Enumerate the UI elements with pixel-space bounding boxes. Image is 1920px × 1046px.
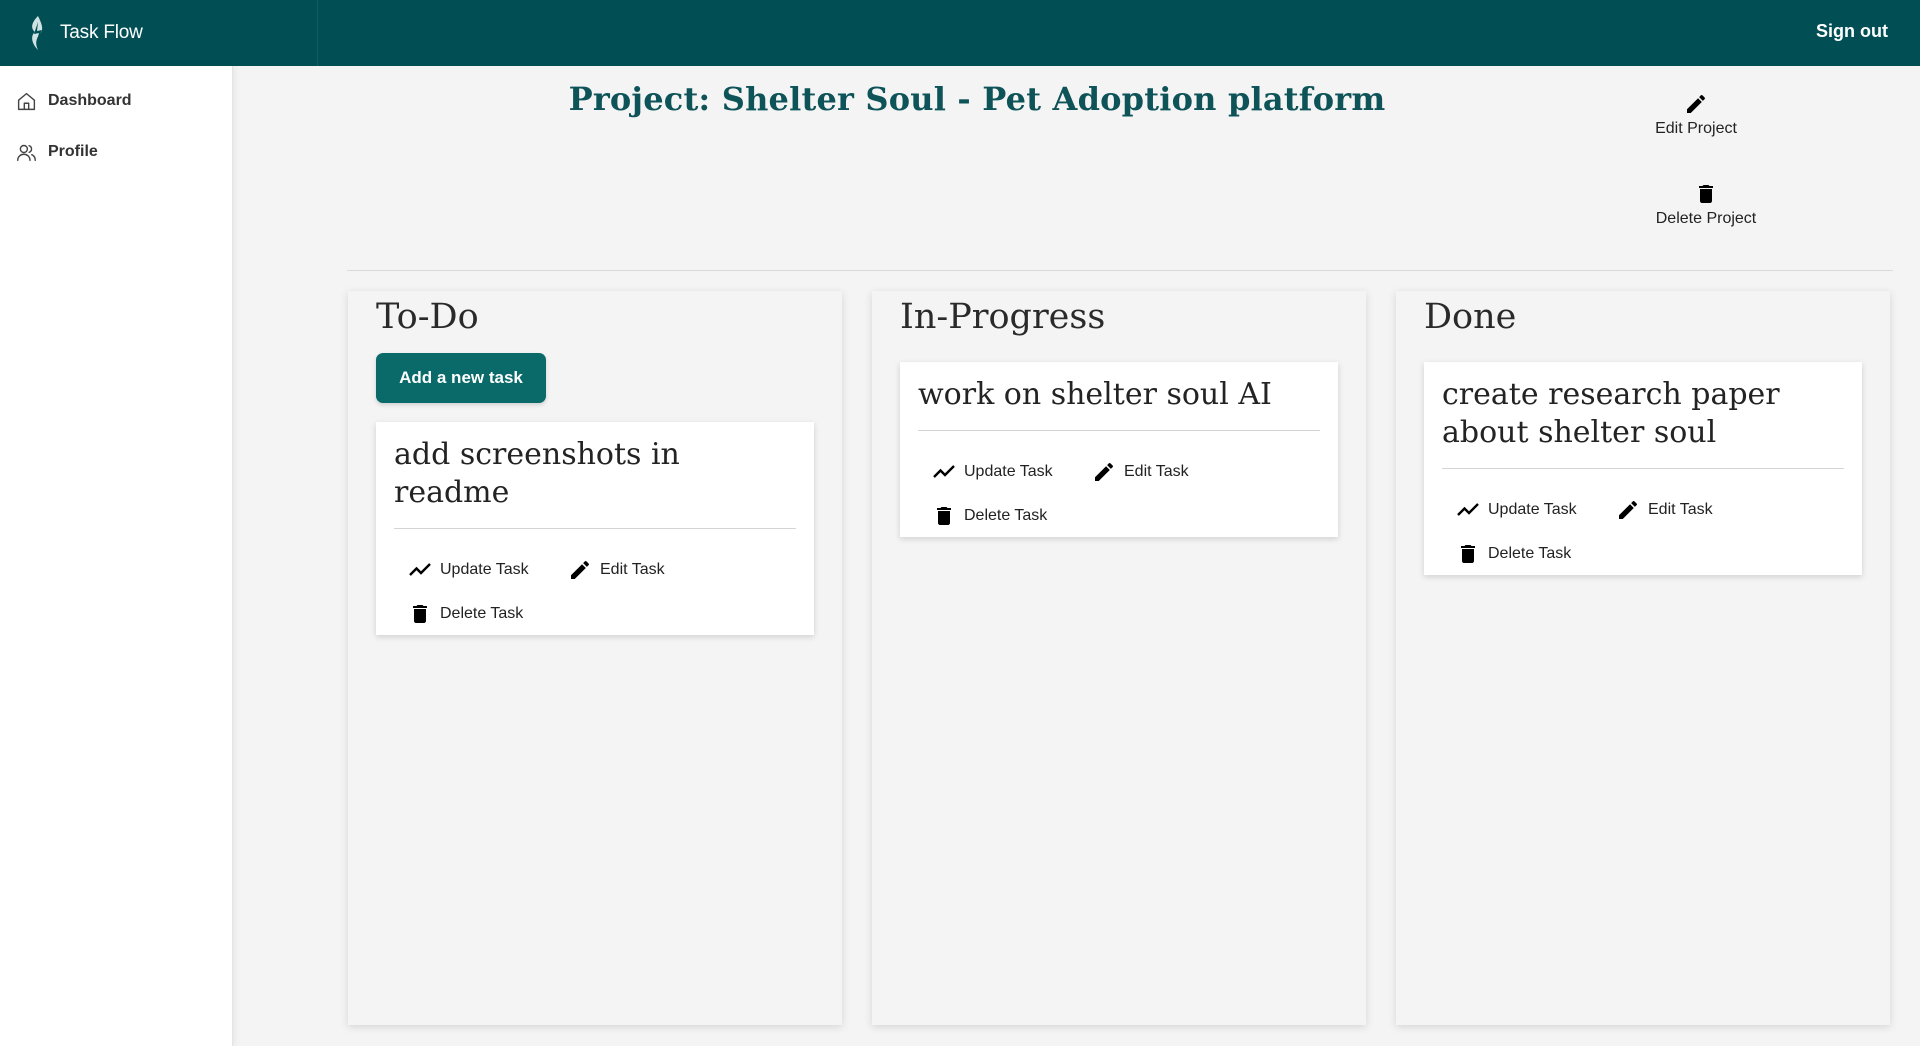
edit-task-button[interactable]: Edit Task bbox=[1616, 498, 1713, 522]
edit-task-label: Edit Task bbox=[600, 561, 665, 578]
delete-project-label: Delete Project bbox=[1655, 210, 1757, 227]
edit-task-label: Edit Task bbox=[1124, 463, 1189, 480]
page-title: Project: Shelter Soul - Pet Adoption pla… bbox=[568, 80, 1386, 118]
add-task-button[interactable]: Add a new task bbox=[376, 353, 546, 403]
sidebar: Dashboard Profile bbox=[0, 66, 233, 1046]
delete-task-button[interactable]: Delete Task bbox=[932, 504, 1047, 528]
task-title: work on shelter soul AI bbox=[918, 376, 1320, 431]
pencil-icon bbox=[1095, 462, 1114, 481]
column-in-progress: In-Progress work on shelter soul AI Upda… bbox=[872, 291, 1366, 1025]
pencil-icon bbox=[1619, 500, 1638, 519]
edit-project-label: Edit Project bbox=[1655, 120, 1737, 137]
task-actions: Update Task Edit Task Delete Task bbox=[1424, 469, 1862, 575]
task-title: create research paper about shelter soul bbox=[1442, 376, 1844, 469]
update-task-label: Update Task bbox=[964, 463, 1053, 480]
sidebar-item-label: Profile bbox=[48, 143, 98, 160]
sidebar-item-profile[interactable]: Profile bbox=[16, 139, 98, 165]
column-title: In-Progress bbox=[900, 297, 1106, 337]
edit-project-button[interactable]: Edit Project bbox=[1640, 92, 1752, 138]
divider bbox=[347, 270, 1893, 271]
trash-icon bbox=[937, 507, 951, 525]
app-title: Task Flow bbox=[60, 22, 143, 43]
trending-icon bbox=[409, 563, 431, 576]
task-actions: Update Task Edit Task Delete Task bbox=[900, 431, 1338, 537]
column-done: Done create research paper about shelter… bbox=[1396, 291, 1890, 1025]
trending-icon bbox=[1457, 503, 1479, 516]
column-title: To-Do bbox=[376, 297, 479, 337]
sign-out-button[interactable]: Sign out bbox=[1816, 21, 1888, 42]
logo-icon bbox=[32, 16, 43, 50]
task-card: add screenshots in readme Update Task Ed… bbox=[376, 422, 814, 635]
task-card: create research paper about shelter soul… bbox=[1424, 362, 1862, 575]
edit-task-button[interactable]: Edit Task bbox=[568, 558, 665, 582]
delete-task-button[interactable]: Delete Task bbox=[408, 602, 523, 626]
delete-task-label: Delete Task bbox=[440, 605, 524, 622]
update-task-button[interactable]: Update Task bbox=[408, 558, 529, 582]
task-title: add screenshots in readme bbox=[394, 436, 796, 529]
update-task-button[interactable]: Update Task bbox=[1456, 498, 1577, 522]
sidebar-item-label: Dashboard bbox=[48, 92, 132, 109]
trash-icon bbox=[1699, 185, 1713, 203]
top-navbar: Task Flow Sign out bbox=[0, 0, 1920, 66]
edit-task-button[interactable]: Edit Task bbox=[1092, 460, 1189, 484]
edit-task-label: Edit Task bbox=[1648, 501, 1713, 518]
update-task-label: Update Task bbox=[1488, 501, 1577, 518]
pencil-icon bbox=[571, 560, 590, 579]
task-card: work on shelter soul AI Update Task Edit… bbox=[900, 362, 1338, 537]
trending-icon bbox=[933, 465, 955, 478]
delete-project-button[interactable]: Delete Project bbox=[1644, 182, 1768, 228]
brand[interactable]: Task Flow bbox=[0, 0, 318, 66]
update-task-label: Update Task bbox=[440, 561, 529, 578]
column-title: Done bbox=[1424, 297, 1517, 337]
column-todo: To-Do Add a new task add screenshots in … bbox=[348, 291, 842, 1025]
trash-icon bbox=[413, 605, 427, 623]
users-icon bbox=[17, 144, 36, 161]
delete-task-label: Delete Task bbox=[964, 507, 1048, 524]
trash-icon bbox=[1461, 545, 1475, 563]
task-actions: Update Task Edit Task Delete Task bbox=[376, 529, 814, 635]
update-task-button[interactable]: Update Task bbox=[932, 460, 1053, 484]
delete-task-label: Delete Task bbox=[1488, 545, 1572, 562]
pencil-icon bbox=[1687, 94, 1706, 113]
delete-task-button[interactable]: Delete Task bbox=[1456, 542, 1571, 566]
sidebar-item-dashboard[interactable]: Dashboard bbox=[16, 88, 132, 114]
home-icon bbox=[17, 92, 36, 110]
